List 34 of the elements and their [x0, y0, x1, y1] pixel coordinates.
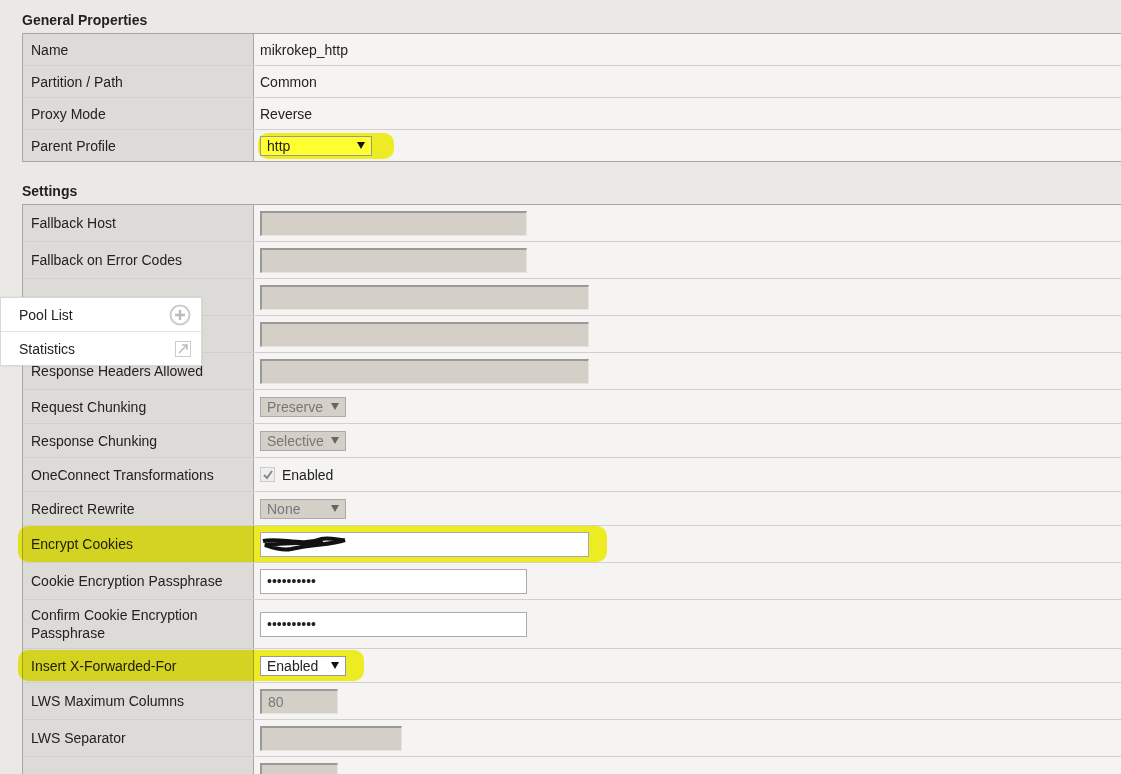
- section-heading: General Properties: [22, 12, 149, 29]
- field-label: Cookie Encryption Passphrase: [23, 563, 254, 599]
- menu-item[interactable]: Pool List: [1, 298, 201, 331]
- field-label: OneConnect Transformations: [23, 458, 254, 491]
- input-field[interactable]: [260, 531, 589, 557]
- field-label: Confirm Cookie Encryption Passphrase: [23, 600, 254, 648]
- external-link-icon: [175, 340, 191, 357]
- dropdown[interactable]: http: [260, 135, 372, 156]
- add-icon: [169, 303, 191, 326]
- field-label: Redirect Rewrite: [23, 492, 254, 525]
- caret-icon: [357, 142, 365, 149]
- field-label: Proxy Mode: [23, 98, 254, 129]
- field-label: Parent Profile: [23, 130, 254, 161]
- field-label: Partition / Path: [23, 66, 254, 97]
- field-label: Fallback on Error Codes: [23, 242, 254, 278]
- section-heading: Settings: [22, 183, 79, 200]
- field-label: Name: [23, 34, 254, 65]
- field-value: Common: [254, 66, 1121, 97]
- field-value: mikrokep_http: [254, 34, 1121, 65]
- caret-icon: [331, 437, 339, 444]
- field-value: Reverse: [254, 98, 1121, 129]
- field-label: LWS Maximum Columns: [23, 683, 254, 719]
- checkbox-label: Enabled: [282, 466, 334, 483]
- field-label: Request Chunking: [23, 390, 254, 423]
- caret-icon: [331, 662, 339, 669]
- field-label: Fallback Host: [23, 205, 254, 241]
- caret-icon: [331, 403, 339, 410]
- dropdown[interactable]: Enabled: [260, 655, 346, 676]
- caret-icon: [331, 505, 339, 512]
- field-label: Response Chunking: [23, 424, 254, 457]
- input-field[interactable]: ••••••••••: [260, 611, 527, 637]
- input-field[interactable]: ••••••••••: [260, 568, 527, 594]
- menu-item[interactable]: Statistics: [1, 331, 201, 365]
- field-label: LWS Separator: [23, 720, 254, 756]
